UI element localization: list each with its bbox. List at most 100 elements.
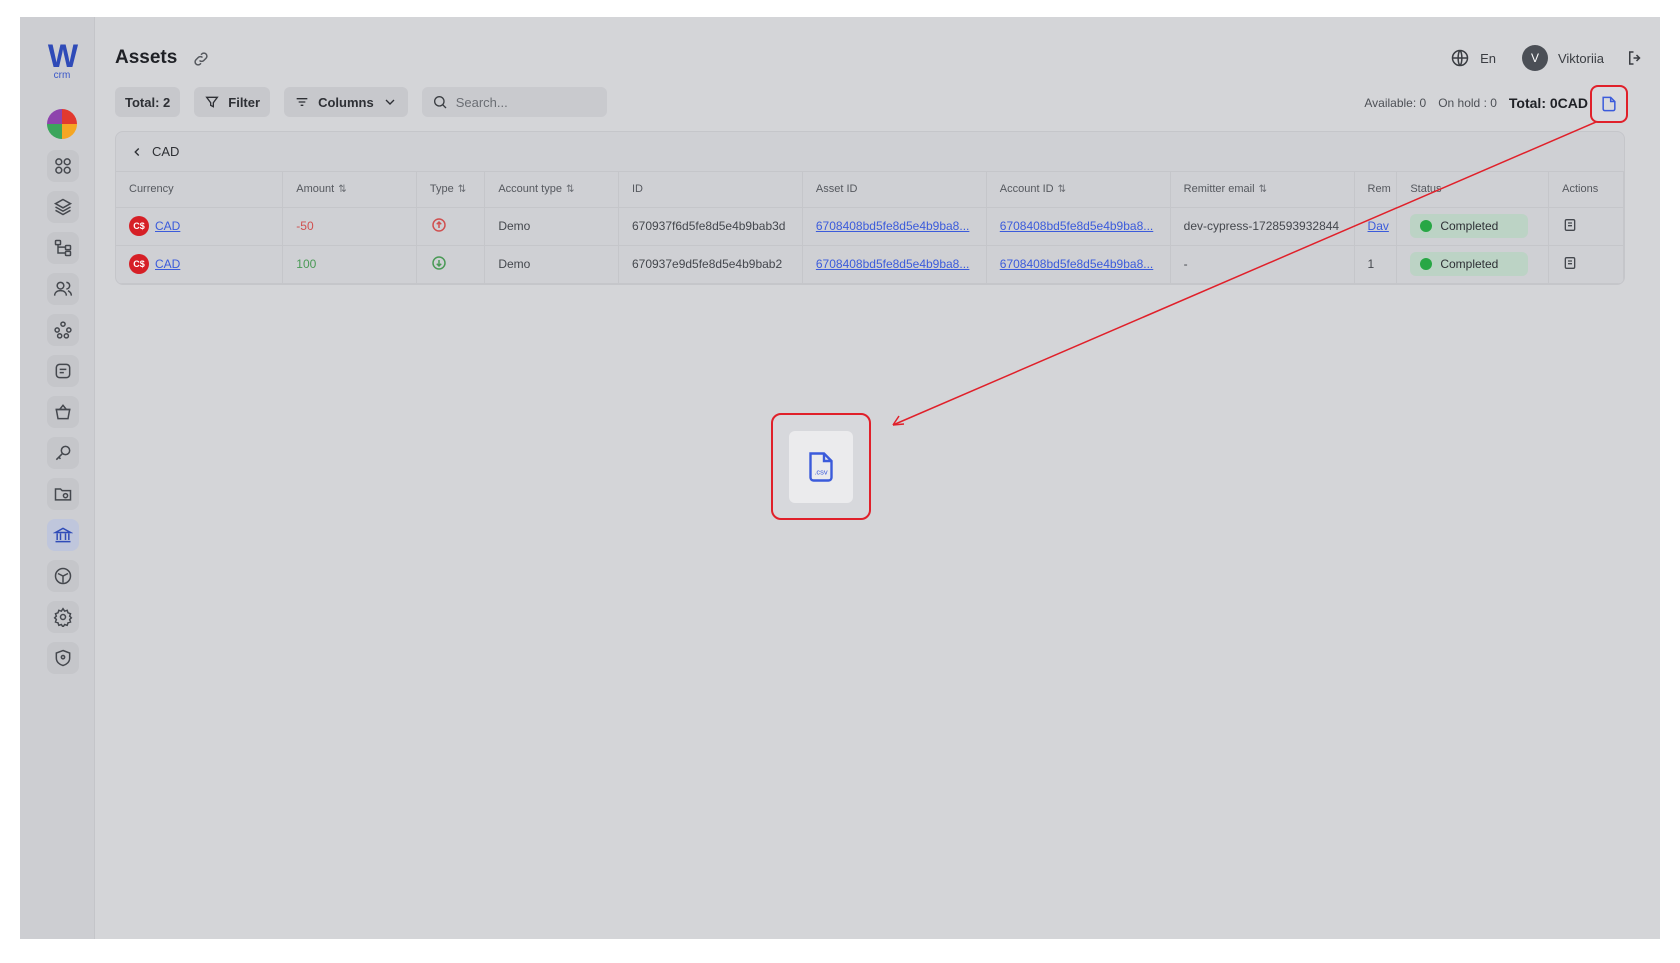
- asset-id-link[interactable]: 6708408bd5fe8d5e4b9ba8...: [816, 219, 970, 233]
- currency-link[interactable]: CAD: [155, 219, 180, 233]
- cell-rem: Dav: [1354, 207, 1398, 246]
- sort-icon[interactable]: ⇅: [1259, 184, 1267, 195]
- col-remitter-email[interactable]: Remitter email ⇅: [1170, 172, 1355, 208]
- cell-account-id: 6708408bd5fe8d5e4b9ba8...: [986, 207, 1171, 246]
- key-icon: [55, 445, 71, 461]
- col-actions-label: Actions: [1562, 183, 1599, 196]
- col-asset-id[interactable]: Asset ID: [802, 172, 987, 208]
- group-label: CAD: [152, 144, 180, 159]
- available-stat: Available: 0: [1364, 96, 1427, 110]
- cell-account-type: Demo: [484, 207, 619, 246]
- col-account-type[interactable]: Account type ⇅: [484, 172, 619, 208]
- cell-status: Completed: [1396, 245, 1550, 284]
- status-dot: [1420, 220, 1433, 232]
- search-placeholder: Search...: [455, 94, 508, 110]
- zoom-callout: .csv: [771, 413, 871, 520]
- status-label: Completed: [1440, 257, 1499, 271]
- sidebar-item-users[interactable]: [47, 273, 79, 305]
- cell-actions: [1548, 207, 1624, 246]
- sidebar-item-grid[interactable]: [47, 150, 79, 182]
- cell-currency: C$ CAD: [116, 245, 284, 284]
- avatar[interactable]: V: [1521, 45, 1548, 71]
- search-input[interactable]: Search...: [421, 87, 607, 117]
- col-rem[interactable]: Rem: [1354, 172, 1398, 208]
- filter-icon: [205, 96, 219, 108]
- globe-icon[interactable]: [1450, 48, 1470, 68]
- col-id[interactable]: ID: [618, 172, 803, 208]
- status-label: Completed: [1440, 219, 1499, 233]
- logo-letter: W: [47, 38, 78, 74]
- account-id-link[interactable]: 6708408bd5fe8d5e4b9ba8...: [1000, 219, 1154, 233]
- sidebar-item-bank[interactable]: [47, 519, 79, 551]
- col-type[interactable]: Type ⇅: [416, 172, 486, 208]
- col-status[interactable]: Status: [1396, 172, 1550, 208]
- asset-id-link[interactable]: 6708408bd5fe8d5e4b9ba8...: [816, 257, 970, 271]
- cell-type: [416, 245, 486, 284]
- sort-icon[interactable]: ⇅: [458, 184, 466, 195]
- language-selector[interactable]: En: [1480, 51, 1496, 66]
- col-actions: Actions: [1548, 172, 1624, 208]
- col-currency[interactable]: Currency: [116, 172, 284, 208]
- bank-icon: [53, 527, 73, 543]
- cell-currency: C$ CAD: [116, 207, 284, 246]
- group-back-button[interactable]: CAD: [116, 132, 1624, 172]
- cell-asset-id: 6708408bd5fe8d5e4b9ba8...: [802, 245, 987, 284]
- sidebar-item-basket[interactable]: [47, 396, 79, 428]
- cell-remitter-email: -: [1170, 245, 1355, 284]
- currency-badge: C$: [129, 216, 149, 236]
- account-id-link[interactable]: 6708408bd5fe8d5e4b9ba8...: [1000, 257, 1154, 271]
- cell-amount: -50: [282, 207, 417, 246]
- sidebar-item-settings[interactable]: [47, 601, 79, 633]
- cell-remitter-email: dev-cypress-1728593932844: [1170, 207, 1355, 246]
- col-remitter-email-label: Remitter email: [1183, 183, 1255, 196]
- sidebar-item-key[interactable]: [47, 437, 79, 469]
- cell-asset-id: 6708408bd5fe8d5e4b9ba8...: [802, 207, 987, 246]
- col-amount[interactable]: Amount ⇅: [282, 172, 417, 208]
- csv-file-icon: [1602, 96, 1616, 112]
- filter-label: Filter: [228, 94, 261, 110]
- sidebar-item-hierarchy[interactable]: [47, 232, 79, 264]
- cell-id: 670937e9d5fe8d5e4b9bab2: [618, 245, 803, 284]
- withdraw-arrow-icon: [432, 217, 446, 232]
- toolbar: Total: 2 Filter Columns Search...: [115, 87, 607, 117]
- asset-stats: Available: 0 On hold : 0 Total: 0CAD: [1364, 95, 1588, 111]
- sort-icon[interactable]: ⇅: [566, 184, 574, 195]
- cell-status: Completed: [1396, 207, 1550, 246]
- logo[interactable]: W crm: [44, 38, 80, 81]
- columns-label: Columns: [318, 94, 374, 110]
- csv-text: .csv: [814, 467, 828, 476]
- details-icon[interactable]: [1562, 255, 1578, 271]
- filter-button[interactable]: Filter: [194, 87, 271, 117]
- network-icon: [54, 321, 72, 339]
- folder-icon: [54, 488, 72, 501]
- sidebar-item-network[interactable]: [47, 314, 79, 346]
- currency-link[interactable]: CAD: [155, 257, 180, 271]
- col-rem-label: Rem: [1367, 183, 1391, 196]
- sort-icon[interactable]: ⇅: [338, 184, 346, 195]
- sidebar-item-cube[interactable]: [47, 560, 79, 592]
- sidebar-item-tickets[interactable]: [47, 355, 79, 387]
- dashboard-pie-icon[interactable]: [47, 109, 77, 139]
- details-icon[interactable]: [1562, 217, 1578, 233]
- total-stat: Total: 0CAD: [1508, 95, 1588, 111]
- sidebar-item-security[interactable]: [47, 642, 79, 674]
- on-hold-stat: On hold : 0: [1438, 96, 1497, 110]
- currency-badge: C$: [129, 254, 149, 274]
- col-status-label: Status: [1410, 183, 1442, 196]
- link-icon[interactable]: [192, 50, 210, 68]
- table-row: C$ CAD 100 Demo 670937e9d5fe8d5e4b9bab2 6…: [116, 245, 1624, 284]
- assets-table: CAD Currency Amount ⇅ Type ⇅ Account type ⇅…: [115, 131, 1625, 285]
- columns-button[interactable]: Columns: [284, 87, 408, 117]
- sidebar-item-folder[interactable]: [47, 478, 79, 510]
- sidebar-item-layers[interactable]: [47, 191, 79, 223]
- user-name[interactable]: Viktoriia: [1558, 51, 1604, 66]
- col-account-id[interactable]: Account ID ⇅: [986, 172, 1171, 208]
- export-csv-button[interactable]: [1590, 85, 1628, 123]
- assets-grid: Currency Amount ⇅ Type ⇅ Account type ⇅ ID …: [116, 172, 1624, 284]
- sort-icon[interactable]: ⇅: [1058, 184, 1066, 195]
- cell-rem: 1: [1354, 245, 1398, 284]
- rem-link[interactable]: Dav: [1368, 219, 1389, 233]
- logout-icon[interactable]: [1626, 49, 1644, 67]
- shield-icon: [55, 649, 71, 667]
- cell-id: 670937f6d5fe8d5e4b9bab3d: [618, 207, 803, 246]
